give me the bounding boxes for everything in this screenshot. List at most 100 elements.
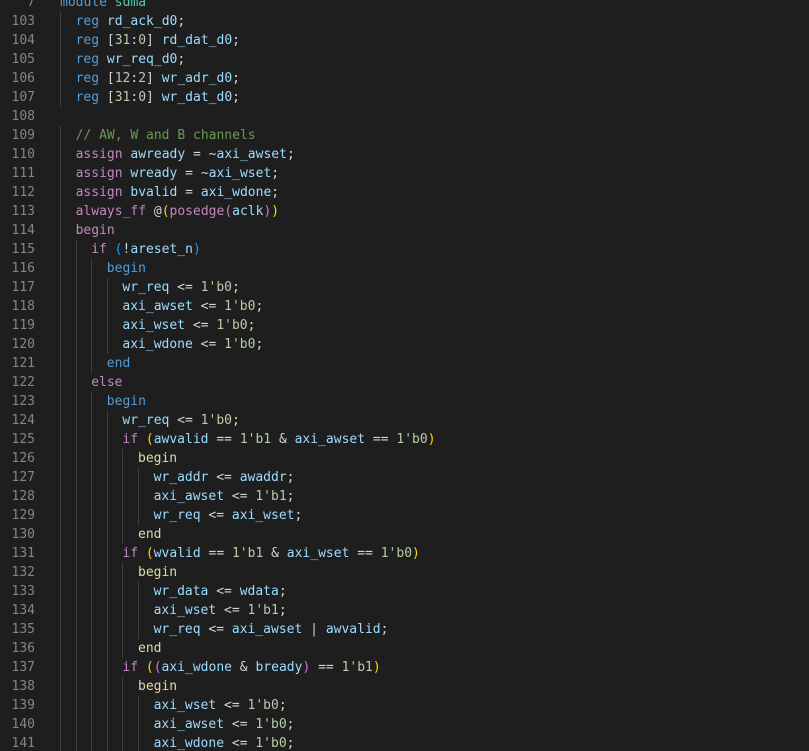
- code-token: ;: [232, 33, 240, 48]
- code-token: (: [161, 204, 170, 219]
- code-line[interactable]: 137 if ((axi_wdone & bready) == 1'b1): [0, 658, 809, 677]
- line-number: 118: [11, 299, 35, 314]
- indent-guide: [75, 544, 77, 563]
- code-token: 1'b0: [255, 736, 287, 751]
- indent-guide: [106, 335, 108, 354]
- code-line[interactable]: 129 wr_req <= axi_wset;: [0, 506, 809, 525]
- code-line[interactable]: 108: [0, 107, 809, 126]
- code-token: ): [372, 660, 381, 675]
- code-line[interactable]: 125 if (awvalid == 1'b1 & axi_awset == 1'…: [0, 430, 809, 449]
- code-line[interactable]: 131 if (wvalid == 1'b1 & axi_wset == 1'b0…: [0, 544, 809, 563]
- code-line[interactable]: 104 reg [31:0] rd_dat_d0;: [0, 31, 809, 50]
- indent-guide: [91, 278, 93, 297]
- code-line[interactable]: 138 begin: [0, 677, 809, 696]
- code-line[interactable]: 112 assign bvalid = axi_wdone;: [0, 183, 809, 202]
- code-text: axi_awset <= 1'b0;: [154, 715, 295, 734]
- code-line[interactable]: 136 end: [0, 639, 809, 658]
- code-token: axi_awset: [122, 299, 193, 314]
- indent-guide: [122, 468, 124, 487]
- indent-guide: [75, 240, 77, 259]
- code-token: wr_req_d0: [106, 52, 178, 67]
- code-token: ==: [310, 660, 342, 675]
- indent-guide: [60, 335, 61, 354]
- code-line[interactable]: 132 begin: [0, 563, 809, 582]
- line-number: 138: [11, 679, 35, 694]
- code-line[interactable]: 103 reg rd_ack_d0;: [0, 12, 809, 31]
- code-line[interactable]: 133 wr_data <= wdata;: [0, 582, 809, 601]
- indent-guide: [75, 525, 77, 544]
- indent-guide: [60, 506, 61, 525]
- indent-guide: [60, 411, 61, 430]
- code-token: ;: [380, 622, 389, 637]
- code-line[interactable]: 110 assign awready = ~axi_awset;: [0, 145, 809, 164]
- code-line[interactable]: 128 axi_awset <= 1'b1;: [0, 487, 809, 506]
- code-token: <=: [216, 603, 248, 618]
- code-token: ==: [208, 432, 240, 447]
- code-token: (: [145, 660, 154, 675]
- indent-guide: [60, 563, 61, 582]
- code-token: <=: [169, 280, 201, 295]
- code-text: reg rd_ack_d0;: [76, 12, 186, 31]
- code-line[interactable]: 107 reg [31:0] wr_dat_d0;: [0, 88, 809, 107]
- code-line[interactable]: 109 // AW, W and B channels: [0, 126, 809, 145]
- code-line[interactable]: 111 assign wready = ~axi_wset;: [0, 164, 809, 183]
- code-token: if: [122, 546, 139, 561]
- code-editor[interactable]: 7 module sdma 103 reg rd_ack_d0; 104 reg [31:…: [0, 0, 809, 751]
- indent-guide: [106, 715, 108, 734]
- indent-guide: [60, 677, 61, 696]
- code-line[interactable]: 120 axi_wdone <= 1'b0;: [0, 335, 809, 354]
- code-line[interactable]: 123 begin: [0, 392, 809, 411]
- indent-guide: [138, 696, 139, 715]
- indent-guide: [122, 620, 124, 639]
- indent-guide: [122, 639, 124, 658]
- indent-guide: [60, 696, 61, 715]
- code-line[interactable]: 122 else: [0, 373, 809, 392]
- code-token: [: [106, 71, 115, 86]
- code-line[interactable]: 130 end: [0, 525, 809, 544]
- code-line[interactable]: 7 module sdma: [0, 0, 809, 12]
- line-number: 111: [11, 166, 35, 181]
- code-text: reg [31:0] wr_dat_d0;: [76, 88, 240, 107]
- code-line[interactable]: 141 axi_wdone <= 1'b0;: [0, 734, 809, 751]
- code-lines[interactable]: 7 module sdma 103 reg rd_ack_d0; 104 reg [31:…: [0, 0, 809, 751]
- indent-guide: [60, 240, 61, 259]
- code-line[interactable]: 139 axi_wset <= 1'b0;: [0, 696, 809, 715]
- code-line[interactable]: 126 begin: [0, 449, 809, 468]
- code-line[interactable]: 106 reg [12:2] wr_adr_d0;: [0, 69, 809, 88]
- code-token: axi_awset: [153, 489, 225, 504]
- indent-guide: [60, 69, 61, 88]
- code-line[interactable]: 135 wr_req <= axi_awset | awvalid;: [0, 620, 809, 639]
- code-line[interactable]: 114 begin: [0, 221, 809, 240]
- indent-guide: [60, 601, 61, 620]
- line-number: 141: [11, 736, 35, 751]
- code-line[interactable]: 134 axi_wset <= 1'b1;: [0, 601, 809, 620]
- code-line[interactable]: 124 wr_req <= 1'b0;: [0, 411, 809, 430]
- code-token: wr_adr_d0: [161, 71, 233, 86]
- indent-guide: [60, 354, 61, 373]
- indent-guide: [60, 12, 61, 31]
- code-line[interactable]: 121 end: [0, 354, 809, 373]
- code-token: ;: [177, 14, 186, 29]
- code-line[interactable]: 115 if (!areset_n): [0, 240, 809, 259]
- code-token: ]: [146, 90, 154, 105]
- indent-guide: [60, 468, 61, 487]
- code-line[interactable]: 116 begin: [0, 259, 809, 278]
- code-line[interactable]: 140 axi_awset <= 1'b0;: [0, 715, 809, 734]
- line-number: 127: [11, 470, 35, 485]
- code-token: ;: [278, 698, 287, 713]
- code-text: // AW, W and B channels: [76, 126, 256, 145]
- code-token: module: [60, 0, 107, 10]
- indent-guide: [75, 430, 77, 449]
- code-line[interactable]: 127 wr_addr <= awaddr;: [0, 468, 809, 487]
- code-line[interactable]: 113 always_ff @(posedge(aclk)): [0, 202, 809, 221]
- indent-guide: [106, 297, 108, 316]
- code-line[interactable]: 105 reg wr_req_d0;: [0, 50, 809, 69]
- code-line[interactable]: 118 axi_awset <= 1'b0;: [0, 297, 809, 316]
- code-text: begin: [76, 221, 115, 240]
- code-line[interactable]: 119 axi_wset <= 1'b0;: [0, 316, 809, 335]
- code-token: ]: [146, 33, 154, 48]
- code-line[interactable]: 117 wr_req <= 1'b0;: [0, 278, 809, 297]
